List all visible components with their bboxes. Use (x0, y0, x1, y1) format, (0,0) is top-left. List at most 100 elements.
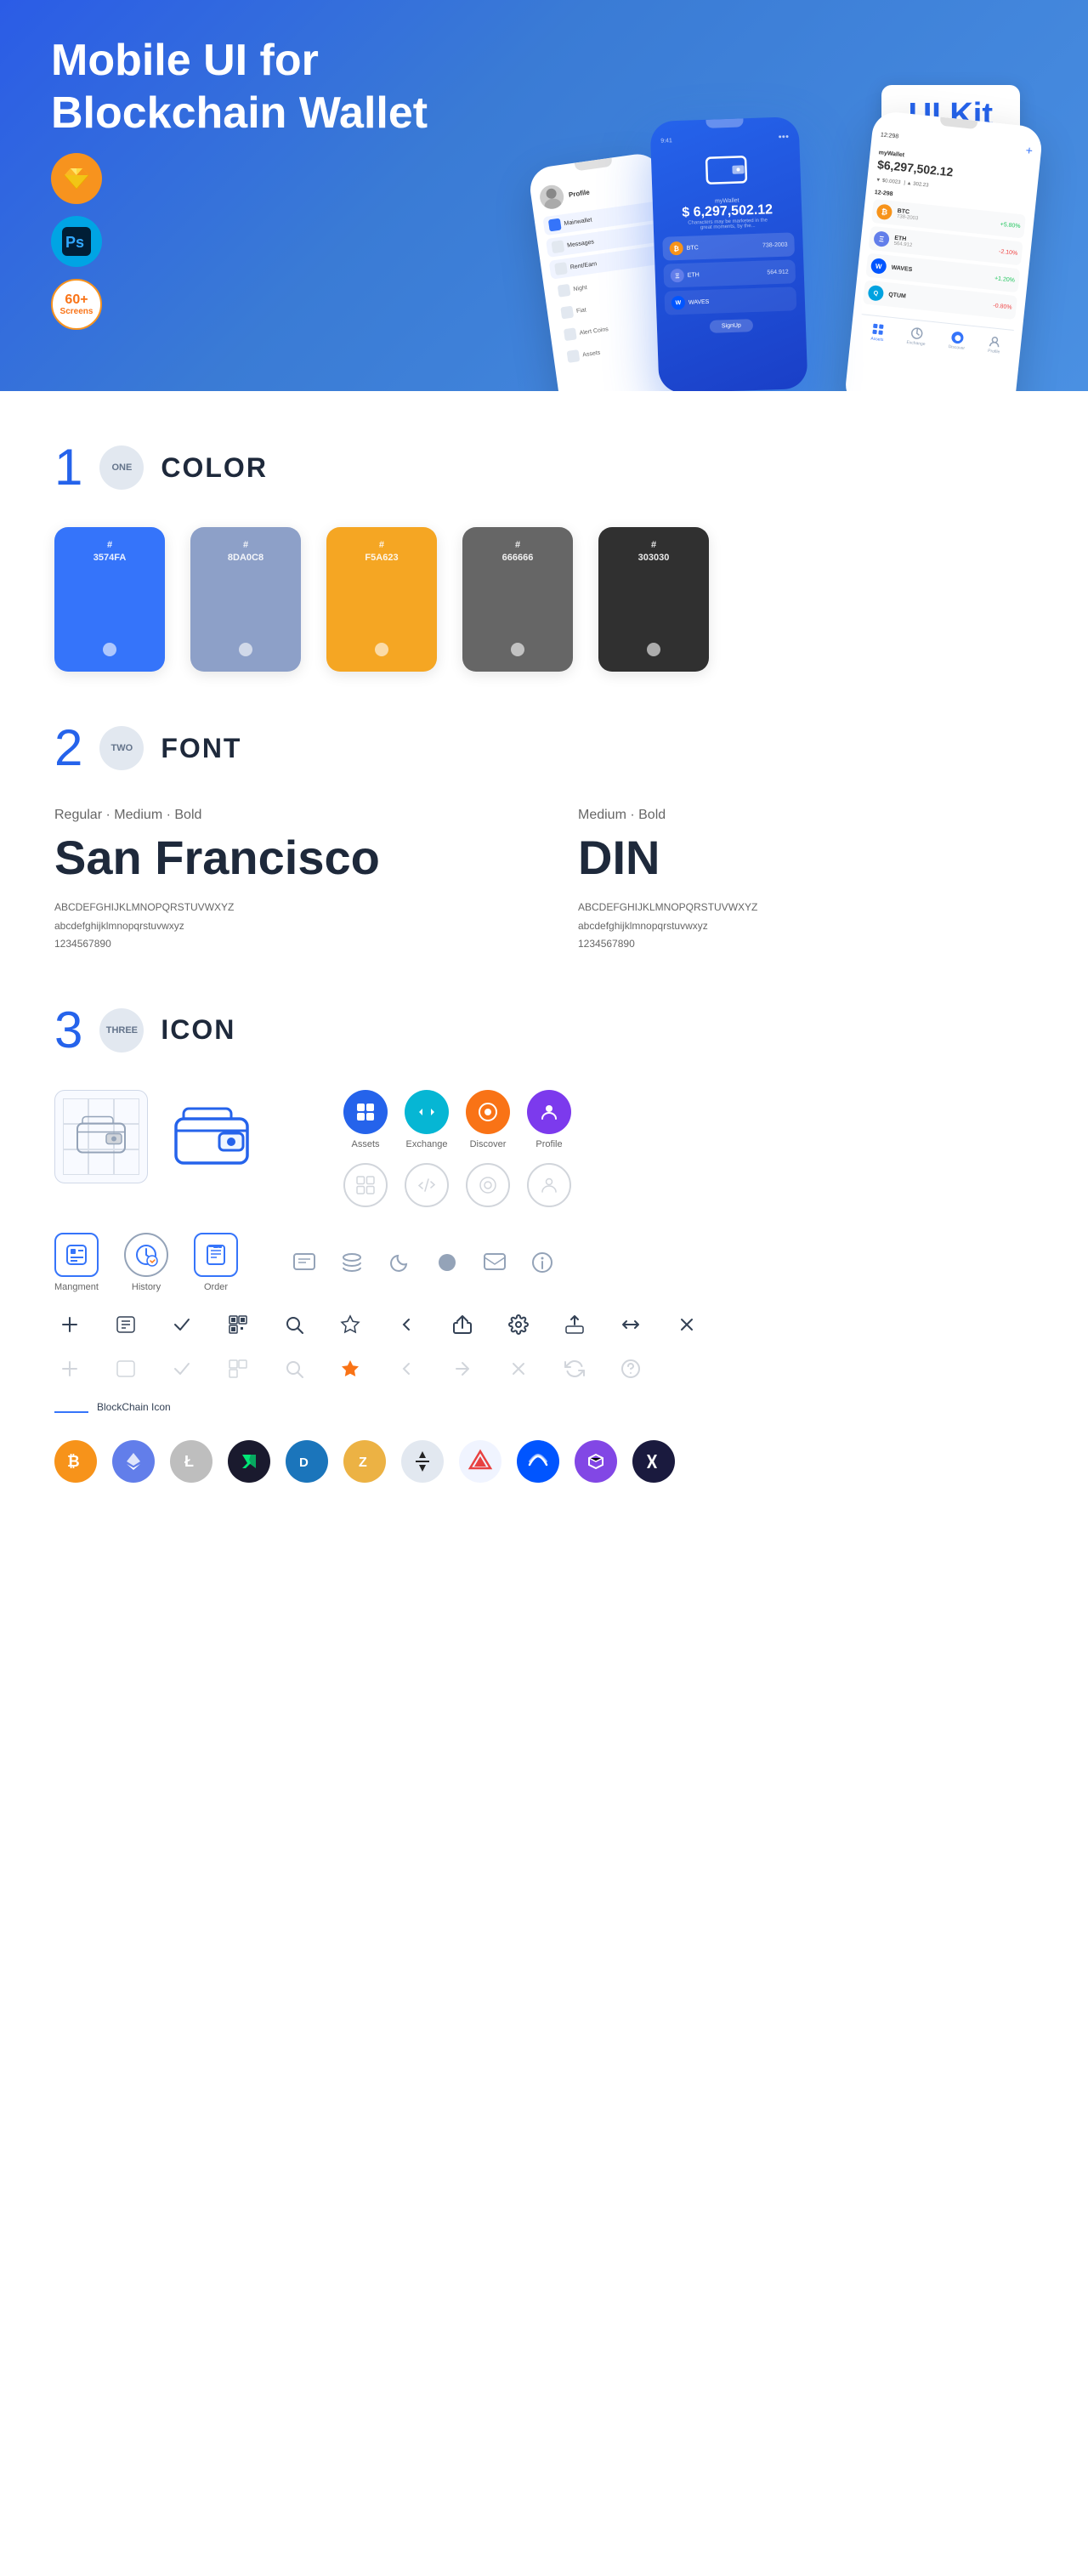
history-label: History (132, 1282, 161, 1292)
chevron-left-icon (391, 1309, 422, 1340)
main-content: 1 ONE COLOR #3574FA #8DA0C8 #F5A623 #666… (0, 442, 1088, 1483)
svg-text:Ł: Ł (184, 1453, 194, 1470)
settings-icon (503, 1309, 534, 1340)
font-section-header: 2 TWO FONT (54, 723, 1034, 774)
assets-outline-icon (343, 1163, 388, 1207)
history-icon (124, 1233, 168, 1277)
moon-icon (384, 1247, 415, 1278)
close-icon (672, 1309, 702, 1340)
xrp-logo (632, 1440, 675, 1483)
icon-section-title: ICON (161, 1014, 235, 1046)
color-swatch-mid-gray: #666666 (462, 527, 573, 672)
exchange-outline-icon (405, 1163, 449, 1207)
svg-text:Z: Z (359, 1455, 367, 1470)
ark-logo (459, 1440, 502, 1483)
exchange-icon (405, 1090, 449, 1134)
icon-wireframe-gray (54, 1090, 148, 1183)
chat-icon (289, 1247, 320, 1278)
info-icon (527, 1247, 558, 1278)
help-icon (615, 1353, 646, 1384)
sketch-badge (51, 153, 102, 204)
color-dot-gray (239, 643, 252, 656)
icon-section-header: 3 THREE ICON (54, 1005, 1034, 1056)
star-filled-icon (335, 1353, 366, 1384)
app-icons-row: Mangment History (54, 1233, 1034, 1292)
check-icon (167, 1309, 197, 1340)
ltc-logo: Ł (170, 1440, 212, 1483)
font-section: Regular · Medium · Bold San Francisco AB… (54, 808, 1034, 954)
sf-lowercase: abcdefghijklmnopqrstuvwxyz (54, 917, 510, 936)
svg-text:Ps: Ps (65, 234, 84, 251)
din-name: DIN (578, 830, 1034, 885)
icon-discover: Discover (466, 1090, 510, 1149)
hero-title: Mobile UI for Blockchain Wallet (51, 34, 561, 140)
sf-uppercase: ABCDEFGHIJKLMNOPQRSTUVWXYZ (54, 899, 510, 917)
assets-icon (343, 1090, 388, 1134)
color-dot-dark (647, 643, 660, 656)
nav-icons-group: Assets Exchange Discover (343, 1090, 571, 1207)
search-icon (279, 1309, 309, 1340)
list-icon (110, 1309, 141, 1340)
iota-logo (401, 1440, 444, 1483)
color-swatch-orange: #F5A623 (326, 527, 437, 672)
hero-badges: Ps 60+ Screens (51, 153, 102, 330)
chevron-left-outline-icon (391, 1353, 422, 1384)
misc-icons-row-2 (54, 1353, 1034, 1384)
color-dot-orange (375, 643, 388, 656)
ps-badge: Ps (51, 216, 102, 267)
blockchain-divider (54, 1411, 88, 1413)
icon-blue-wallet (165, 1090, 258, 1183)
color-dot-mid-gray (511, 643, 524, 656)
blockchain-label: BlockChain Icon (97, 1401, 171, 1413)
font-sf: Regular · Medium · Bold San Francisco AB… (54, 808, 510, 954)
matic-logo (575, 1440, 617, 1483)
icon-nav-outline (343, 1163, 571, 1207)
order-icon (194, 1233, 238, 1277)
management-label: Mangment (54, 1282, 99, 1292)
layers-icon (337, 1247, 367, 1278)
plus-outline-icon (54, 1353, 85, 1384)
screens-badge: 60+ Screens (51, 279, 102, 330)
color-section-number: 1 (54, 442, 82, 493)
sf-name: San Francisco (54, 830, 510, 885)
font-section-title: FONT (161, 733, 241, 764)
phone-mockups: Profile Mainwallet Messages Rent/Earn Ni… (527, 68, 1037, 391)
color-hex-gray: #8DA0C8 (228, 539, 264, 565)
color-swatch-blue: #3574FA (54, 527, 165, 672)
icon-section-number: 3 (54, 1005, 82, 1056)
discover-label: Discover (470, 1139, 507, 1149)
icon-profile-outline (527, 1163, 571, 1207)
profile-outline-icon (527, 1163, 571, 1207)
x-icon (503, 1353, 534, 1384)
icon-grid-section: Assets Exchange Discover (54, 1090, 1034, 1207)
din-styles: Medium · Bold (578, 808, 1034, 823)
color-hex-blue: #3574FA (94, 539, 127, 565)
svg-text:D: D (299, 1455, 309, 1470)
order-label: Order (204, 1282, 228, 1292)
list-outline-icon (110, 1353, 141, 1384)
icon-discover-outline (466, 1163, 510, 1207)
icon-assets-outline (343, 1163, 388, 1207)
color-swatch-dark: #303030 (598, 527, 709, 672)
extra-icons-row (289, 1247, 558, 1278)
crypto-logos: ₿ Ł D Z (54, 1440, 1034, 1483)
phone-center: 9:41 ●●● myWallet $ 6,297,502.12 Charact… (649, 116, 808, 391)
exchange-label: Exchange (406, 1139, 448, 1149)
btc-logo: ₿ (54, 1440, 97, 1483)
management-icon (54, 1233, 99, 1277)
font-section-number: 2 (54, 723, 82, 774)
phone-right: 12:298 + myWallet $6,297,502.12 ▼ $0.002… (843, 110, 1043, 391)
refresh-icon (559, 1353, 590, 1384)
profile-label: Profile (536, 1139, 562, 1149)
icon-profile: Profile (527, 1090, 571, 1149)
dash-logo: D (286, 1440, 328, 1483)
icon-exchange: Exchange (405, 1090, 449, 1149)
color-hex-mid-gray: #666666 (502, 539, 534, 565)
color-swatches: #3574FA #8DA0C8 #F5A623 #666666 #303030 (54, 527, 1034, 672)
hero-section: Mobile UI for Blockchain Wallet UI Kit P… (0, 0, 1088, 391)
svg-text:₿: ₿ (67, 1453, 80, 1470)
upload-icon (559, 1309, 590, 1340)
icon-exchange-outline (405, 1163, 449, 1207)
check-outline-icon (167, 1353, 197, 1384)
search-outline-icon (279, 1353, 309, 1384)
